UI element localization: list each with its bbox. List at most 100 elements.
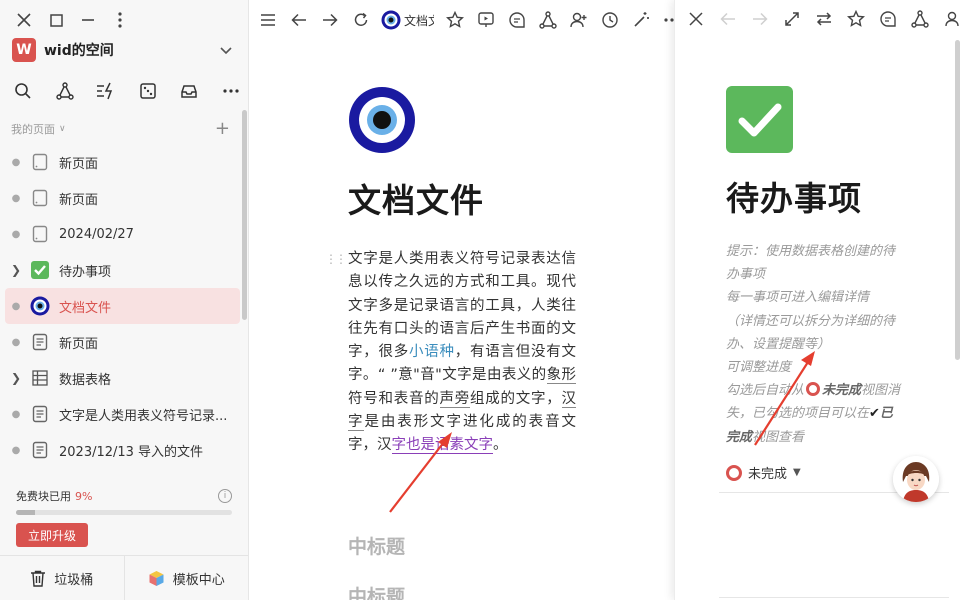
quota-panel: 免费块已用 9% i 立即升级: [16, 488, 232, 547]
sidebar-item-label: 2024/02/27: [59, 226, 134, 242]
cube-icon: [149, 570, 164, 586]
breadcrumb-label: 文档文件: [404, 13, 434, 28]
quick-action-icon[interactable]: [95, 80, 117, 102]
sidebar-item-todo[interactable]: ❯ 待办事项: [5, 252, 240, 288]
magic-wand-icon[interactable]: [630, 9, 652, 31]
sidebar-item-label: 新页面: [59, 156, 99, 172]
close-icon[interactable]: [685, 8, 707, 30]
sidebar-item-new-page-2[interactable]: ● 新页面: [5, 180, 240, 216]
view-filter-label: 未完成: [748, 467, 788, 482]
forward-arrow-icon[interactable]: [319, 9, 341, 31]
sidebar-scrollbar[interactable]: [242, 110, 247, 320]
red-ring-icon: [806, 382, 821, 397]
sidebar-item-label: 待办事项: [59, 264, 112, 280]
document-pane: 文档文件: [249, 0, 680, 600]
todo-hint-callout[interactable]: 提示：使用数据表格创建的待办事项 每一事项可进入编辑详情 （详情还可以拆分为详细…: [726, 240, 901, 449]
todo-pane: 待办事项 提示：使用数据表格创建的待办事项 每一事项可进入编辑详情 （详情还可以…: [674, 0, 960, 600]
add-page-icon[interactable]: +: [215, 120, 230, 138]
user-icon[interactable]: [941, 8, 960, 30]
minimize-icon[interactable]: [78, 10, 98, 30]
view-filter-dropdown[interactable]: 未完成 ▼: [726, 463, 801, 482]
graph-icon[interactable]: [909, 8, 931, 30]
bullet-icon: ●: [11, 408, 21, 420]
my-pages-label[interactable]: 我的页面: [11, 121, 55, 137]
heading-medium[interactable]: 中标题: [348, 532, 405, 559]
refresh-icon[interactable]: [350, 9, 372, 31]
sidebar-item-label: 新页面: [59, 336, 99, 352]
more-vertical-icon[interactable]: [110, 10, 130, 30]
graph-icon[interactable]: [537, 9, 559, 31]
inbox-icon[interactable]: [178, 80, 200, 102]
present-icon[interactable]: [475, 9, 497, 31]
chevron-down-icon: [220, 47, 232, 55]
comment-icon[interactable]: [877, 8, 899, 30]
incomplete-label: 未完成: [822, 383, 862, 399]
quota-progress-bar: [16, 510, 232, 515]
info-icon[interactable]: i: [218, 489, 232, 503]
close-icon[interactable]: [14, 10, 34, 30]
sidebar-item-new-page-1[interactable]: ● 新页面: [5, 144, 240, 180]
bullet-icon: ●: [11, 192, 21, 204]
graph-icon[interactable]: [54, 80, 76, 102]
todo-scrollbar[interactable]: [955, 40, 960, 360]
sidebar-item-writing-doc[interactable]: ● 文字是人类用表义符号记录...: [5, 396, 240, 432]
sidebar-item-imported-file[interactable]: ● 2023/12/13 导入的文件: [5, 432, 240, 468]
comment-icon[interactable]: [506, 9, 528, 31]
menu-icon[interactable]: [257, 9, 279, 31]
bullet-icon: ●: [11, 156, 21, 168]
hint-text: 视图查看: [752, 429, 805, 445]
sidebar-footer: 垃圾桶 模板中心: [0, 555, 248, 600]
upgrade-button[interactable]: 立即升级: [16, 523, 88, 547]
star-icon[interactable]: [845, 8, 867, 30]
paragraph-text: 组成的文字，: [470, 390, 562, 407]
blank-page-icon: [30, 224, 50, 244]
chevron-right-icon[interactable]: ❯: [5, 371, 27, 385]
template-center-label: 模板中心: [172, 572, 225, 588]
green-check-icon[interactable]: [726, 86, 793, 153]
heading-medium[interactable]: 中标题: [348, 582, 405, 600]
add-user-icon[interactable]: [568, 9, 590, 31]
star-icon[interactable]: [444, 9, 466, 31]
inline-link[interactable]: 小语种: [409, 344, 455, 360]
trash-label: 垃圾桶: [54, 572, 94, 588]
workspace-switcher[interactable]: W wid的空间: [12, 38, 234, 62]
highlighted-text[interactable]: 字也是语素文字: [391, 437, 493, 455]
maximize-icon[interactable]: [46, 10, 66, 30]
sidebar-item-new-page-3[interactable]: ● 新页面: [5, 324, 240, 360]
todo-toolbar: [685, 8, 960, 30]
search-icon[interactable]: [12, 80, 34, 102]
more-horizontal-icon[interactable]: [220, 80, 242, 102]
template-center-button[interactable]: 模板中心: [123, 556, 249, 600]
swap-icon[interactable]: [813, 8, 835, 30]
my-pages-header: 我的页面 ∨ +: [11, 120, 230, 138]
window-controls: [14, 10, 142, 30]
sidebar-item-documents[interactable]: ● 文档文件: [5, 288, 240, 324]
document-toolbar: 文档文件: [257, 8, 692, 32]
underlined-term[interactable]: 象形: [546, 367, 577, 385]
back-arrow-icon[interactable]: [717, 8, 739, 30]
trash-icon: [31, 570, 46, 587]
drag-handle-icon[interactable]: ⋮⋮: [325, 252, 347, 266]
underlined-term[interactable]: 声旁: [439, 390, 470, 408]
chevron-right-icon[interactable]: ❯: [5, 263, 27, 277]
expand-icon[interactable]: [781, 8, 803, 30]
assistant-avatar[interactable]: [893, 456, 939, 502]
document-paragraph[interactable]: 文字是人类用表义符号记录表达信息以传之久远的方式和工具。现代文字多是记录语言的工…: [348, 248, 577, 458]
breadcrumb[interactable]: 文档文件: [381, 10, 434, 30]
red-ring-icon: [726, 464, 742, 481]
dice-icon[interactable]: [137, 80, 159, 102]
back-arrow-icon[interactable]: [288, 9, 310, 31]
chevron-down-icon[interactable]: ∨: [59, 124, 66, 134]
trash-button[interactable]: 垃圾桶: [0, 556, 124, 600]
history-icon[interactable]: [599, 9, 621, 31]
todo-page-title[interactable]: 待办事项: [726, 172, 862, 220]
workspace-logo: W: [12, 38, 36, 62]
hint-line: 提示：使用数据表格创建的待办事项: [726, 244, 896, 283]
page-title[interactable]: 文档文件: [348, 174, 484, 222]
sidebar-item-date-page[interactable]: ● 2024/02/27: [5, 216, 240, 252]
nazar-eye-icon[interactable]: [348, 86, 416, 154]
forward-arrow-icon[interactable]: [749, 8, 771, 30]
bullet-icon: ●: [11, 300, 21, 312]
hint-line: （详情还可以拆分为详细的待办、设置提醒等）: [726, 313, 896, 352]
sidebar-item-data-table[interactable]: ❯ 数据表格: [5, 360, 240, 396]
